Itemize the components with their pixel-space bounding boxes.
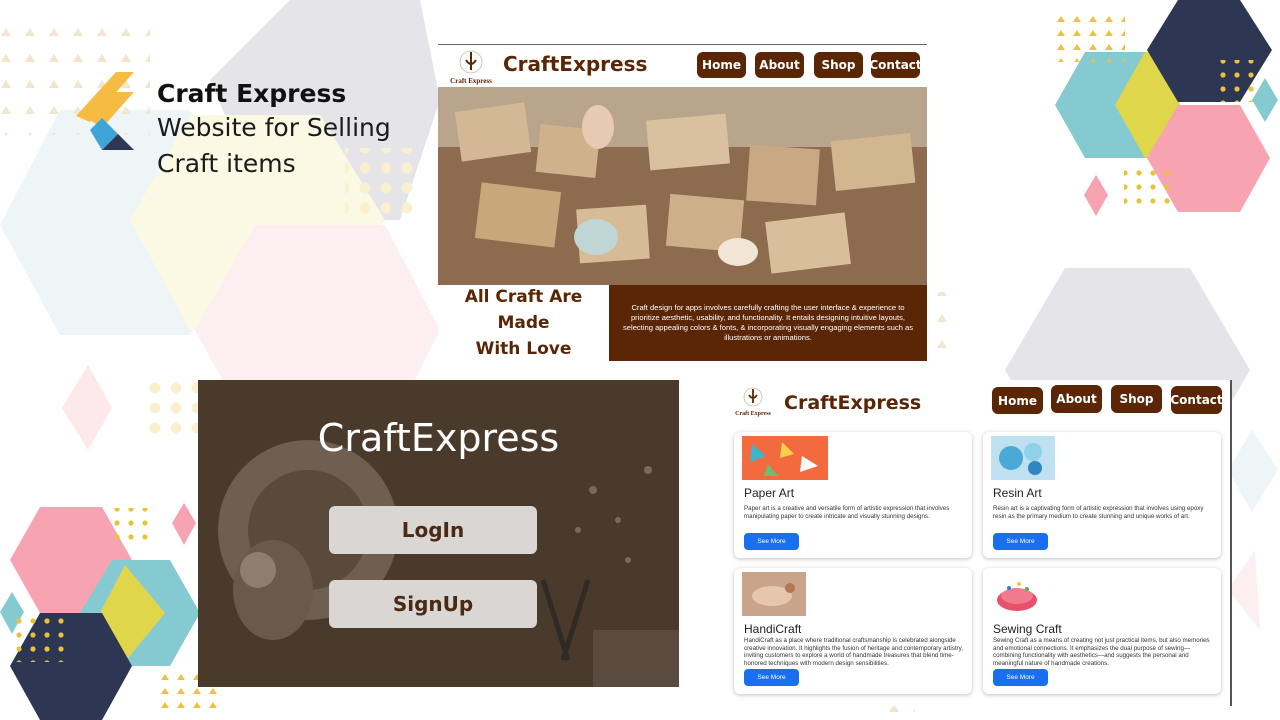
paper-art-image — [742, 436, 828, 480]
signup-button[interactable]: SignUp — [329, 580, 537, 628]
nav-shop-button[interactable]: Shop — [1111, 385, 1162, 413]
home-heading-line2: With Love — [475, 339, 572, 359]
login-button[interactable]: LogIn — [329, 506, 537, 554]
brand-logo-text: Craft Express — [735, 411, 771, 417]
nav-about-button[interactable]: About — [755, 52, 804, 78]
home-description: Craft design for apps involves carefully… — [609, 285, 927, 361]
card-title: HandiCraft — [744, 622, 802, 636]
product-card-paper-art: Paper Art Paper art is a creative and ve… — [734, 432, 972, 558]
project-name: Craft Express — [157, 79, 347, 108]
home-page-mockup: Craft Express CraftExpress Home About Sh… — [438, 44, 927, 362]
nav-contact-button[interactable]: Contact — [869, 52, 922, 78]
card-description: Resin art is a captivating form of artis… — [993, 505, 1204, 520]
handicraft-image — [742, 572, 806, 616]
project-title: Craft Express Website for Selling Craft … — [157, 78, 391, 182]
sewing-craft-image — [991, 572, 1043, 616]
login-brand-title: CraftExpress — [317, 416, 560, 460]
card-title: Paper Art — [744, 486, 795, 500]
product-card-sewing-craft: Sewing Craft Sewing Craft as a means of … — [983, 568, 1221, 694]
product-card-resin-art: Resin Art Resin art is a captivating for… — [983, 432, 1221, 558]
nav-shop-button[interactable]: Shop — [814, 52, 863, 78]
card-description: HandiCraft as a place where traditional … — [744, 637, 963, 667]
nav-home-button[interactable]: Home — [697, 52, 746, 78]
nav-about-button[interactable]: About — [1051, 385, 1102, 413]
home-navbar: Craft Express CraftExpress Home About Sh… — [438, 45, 927, 86]
card-title: Resin Art — [993, 486, 1042, 500]
project-subtitle-line1: Website for Selling — [157, 113, 391, 142]
card-description: Sewing Craft as a means of creating not … — [993, 637, 1210, 667]
login-page-mockup: CraftExpress LogIn SignUp — [198, 380, 679, 687]
see-more-button[interactable]: See More — [993, 533, 1048, 550]
home-heading-line1: All Craft Are Made — [464, 287, 583, 333]
brand-logo-icon: Craft Express — [735, 387, 772, 417]
nav-home-button[interactable]: Home — [992, 387, 1043, 414]
brand-name[interactable]: CraftExpress — [784, 392, 921, 414]
see-more-button[interactable]: See More — [993, 669, 1048, 686]
brand-logo-text: Craft Express — [450, 77, 492, 85]
hero-image — [438, 87, 927, 285]
brand-name[interactable]: CraftExpress — [503, 52, 647, 76]
product-card-handicraft: HandiCraft HandiCraft as a place where t… — [734, 568, 972, 694]
products-page-mockup: Craft Express CraftExpress Home About Sh… — [728, 380, 1232, 706]
brand-logo-icon: Craft Express — [450, 50, 492, 85]
nav-contact-button[interactable]: Contact — [1170, 386, 1223, 414]
see-more-button[interactable]: See More — [744, 669, 799, 686]
resin-art-image — [991, 436, 1055, 480]
card-description: Paper art is a creative and versatile fo… — [744, 505, 950, 520]
card-title: Sewing Craft — [993, 622, 1062, 636]
see-more-button[interactable]: See More — [744, 533, 799, 550]
home-heading: All Craft Are Made With Love — [438, 285, 609, 361]
project-subtitle-line2: Craft items — [157, 149, 296, 178]
flutter-logo-icon — [76, 72, 134, 150]
